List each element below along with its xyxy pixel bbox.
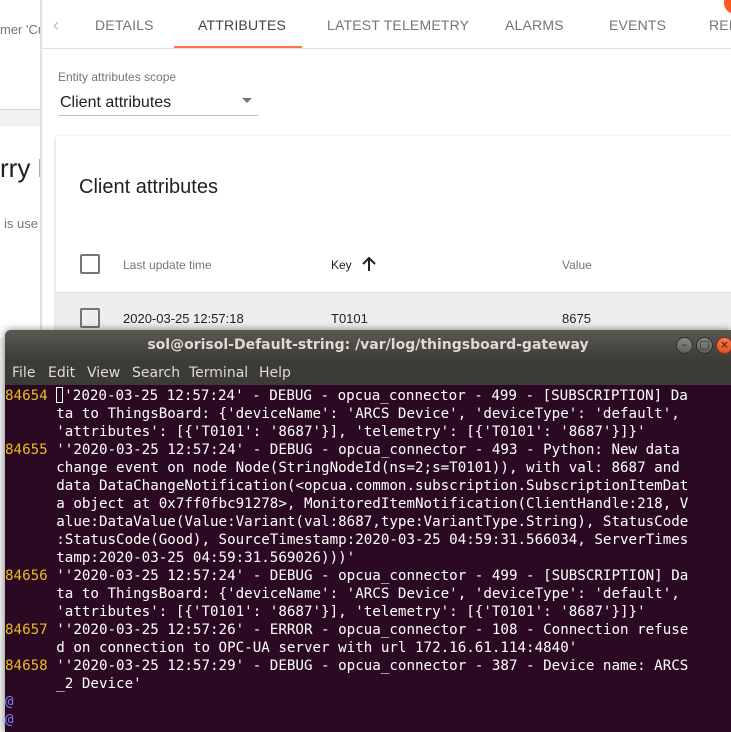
- log-line: change event on node Node(StringNodeId(n…: [56, 460, 680, 476]
- left-title-fragment: rry F: [0, 153, 40, 183]
- scope-label: Entity attributes scope: [58, 70, 177, 84]
- terminal-menubar: File Edit View Search Terminal Help: [5, 361, 731, 385]
- tab-events[interactable]: EVENTS: [609, 0, 666, 48]
- select-all-checkbox[interactable]: [80, 254, 100, 274]
- column-header-value: Value: [562, 258, 592, 272]
- tab-details[interactable]: DETAILS: [95, 0, 154, 48]
- log-line: ta to ThingsBoard: {'deviceName': 'ARCS …: [56, 586, 680, 602]
- log-line: tamp:2020-03-25 04:59:31.569026)))': [56, 550, 356, 566]
- attributes-card: Client attributes Last update time Key V…: [56, 136, 731, 346]
- log-line: 'attributes': [{'T0101': '8687'}], 'tele…: [56, 424, 646, 440]
- log-line: _2 Device': [56, 676, 142, 692]
- left-used-fragment: is use: [4, 216, 38, 231]
- log-line: 84658 ''2020-03-25 12:57:29' - DEBUG - o…: [5, 658, 689, 674]
- card-title: Client attributes: [79, 176, 218, 198]
- menu-help[interactable]: Help: [259, 365, 291, 381]
- log-line: alue:DataValue(Value:Variant(val:8687,ty…: [56, 514, 689, 530]
- log-line: ta to ThingsBoard: {'deviceName': 'ARCS …: [56, 406, 680, 422]
- menu-terminal[interactable]: Terminal: [189, 365, 248, 381]
- sort-ascending-icon[interactable]: [359, 254, 379, 274]
- tab-bar: ‹ DETAILS ATTRIBUTES LATEST TELEMETRY AL…: [42, 0, 731, 49]
- log-line: :StatusCode(Good), SourceTimestamp:2020-…: [56, 532, 689, 548]
- left-card-top: [0, 0, 40, 110]
- log-line: a object at 0x7ff0fbc91278>, MonitoredIt…: [56, 496, 689, 512]
- log-line: 84656 ''2020-03-25 12:57:24' - DEBUG - o…: [5, 568, 689, 584]
- row-checkbox[interactable]: [80, 308, 100, 328]
- terminal-title: sol@orisol-Default-string: /var/log/thin…: [147, 337, 589, 353]
- row-value: 8675: [562, 311, 591, 326]
- text-cursor: [56, 387, 64, 403]
- device-details-panel: ‹ DETAILS ATTRIBUTES LATEST TELEMETRY AL…: [42, 0, 731, 346]
- empty-line-marker: @: [5, 712, 14, 728]
- log-line: 84654 '2020-03-25 12:57:24' - DEBUG - op…: [5, 387, 688, 404]
- close-icon[interactable]: ×: [716, 337, 731, 354]
- log-line: 84655 ''2020-03-25 12:57:24' - DEBUG - o…: [5, 442, 680, 458]
- tab-attributes[interactable]: ATTRIBUTES: [198, 0, 286, 48]
- terminal-output[interactable]: 84654 '2020-03-25 12:57:24' - DEBUG - op…: [5, 385, 731, 732]
- active-tab-indicator: [174, 46, 302, 48]
- scope-select[interactable]: Client attributes: [58, 88, 258, 116]
- row-key: T0101: [331, 311, 368, 326]
- empty-line-marker: @: [5, 694, 14, 710]
- left-customer-fragment: mer 'Cu: [0, 22, 40, 37]
- tab-alarms[interactable]: ALARMS: [505, 0, 564, 48]
- terminal-titlebar[interactable]: sol@orisol-Default-string: /var/log/thin…: [5, 330, 731, 361]
- minimize-icon[interactable]: –: [676, 337, 693, 354]
- scope-selected-value: Client attributes: [60, 94, 172, 111]
- log-line: data DataChangeNotification(<opcua.commo…: [56, 478, 689, 494]
- log-line: d on connection to OPC-UA server with ur…: [56, 640, 578, 656]
- tab-latest-telemetry[interactable]: LATEST TELEMETRY: [327, 0, 469, 48]
- menu-view[interactable]: View: [87, 365, 120, 381]
- tab-scroll-left-icon[interactable]: ‹: [46, 14, 66, 36]
- column-header-time[interactable]: Last update time: [123, 258, 212, 272]
- terminal-window[interactable]: sol@orisol-Default-string: /var/log/thin…: [5, 330, 731, 732]
- row-time: 2020-03-25 12:57:18: [123, 311, 244, 326]
- log-line: 84657 ''2020-03-25 12:57:26' - ERROR - o…: [5, 622, 689, 638]
- menu-file[interactable]: File: [12, 365, 35, 381]
- log-line: 'attributes': [{'T0101': '8687'}], 'tele…: [56, 604, 646, 620]
- column-header-key[interactable]: Key: [331, 258, 352, 272]
- dropdown-arrow-icon: [242, 98, 252, 103]
- menu-edit[interactable]: Edit: [48, 365, 75, 381]
- menu-search[interactable]: Search: [132, 365, 180, 381]
- maximize-icon[interactable]: □: [696, 337, 713, 354]
